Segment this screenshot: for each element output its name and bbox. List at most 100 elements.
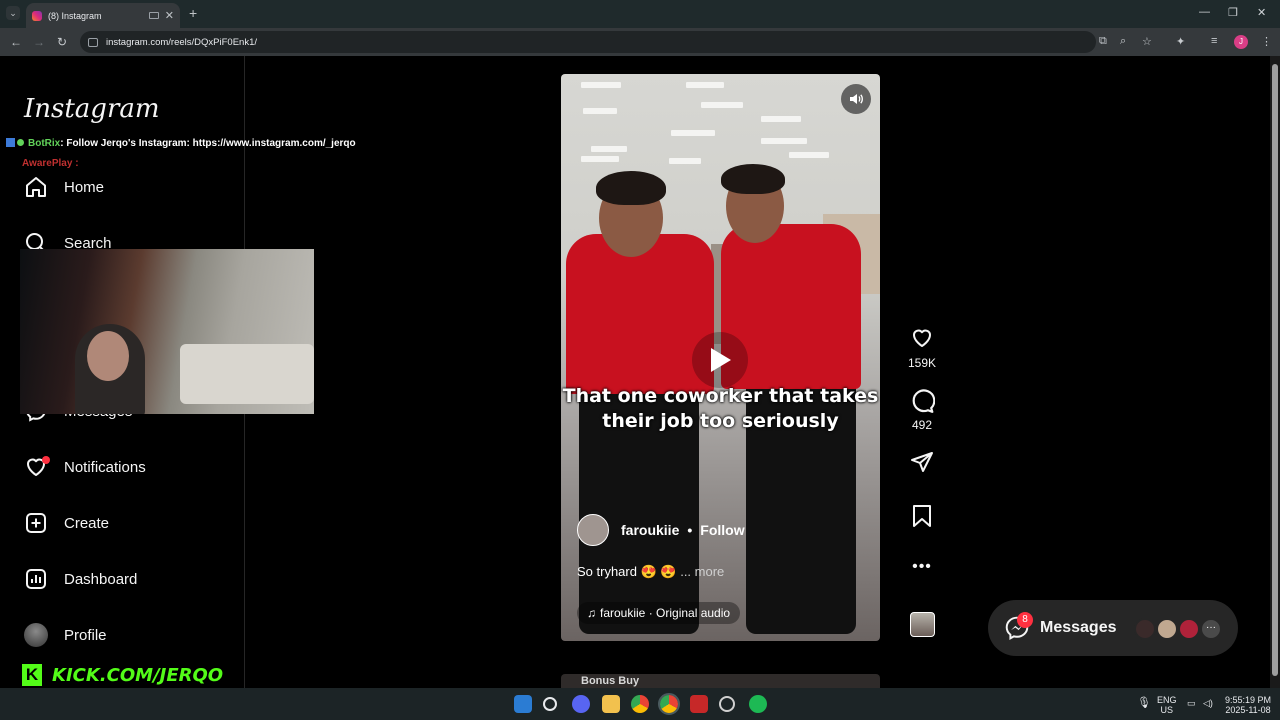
follow-button[interactable]: Follow [700,522,744,538]
file-explorer-icon[interactable] [602,695,620,713]
webcam-sofa [180,344,314,404]
streaming-app-icon[interactable] [690,695,708,713]
discord-icon[interactable] [572,695,590,713]
chat-avatar [1134,618,1156,640]
install-app-icon[interactable]: ⧉ [1099,35,1107,48]
obs-icon[interactable] [719,696,735,712]
audio-chip[interactable]: ♫ faroukiie · Original audio [577,602,741,624]
home-icon [24,175,48,199]
language-indicator[interactable]: ENG US [1157,695,1177,715]
sidebar-item-profile[interactable]: Profile [24,623,107,647]
comment-action[interactable]: 492 [902,388,942,432]
next-reel-label: Bonus Buy [581,675,640,687]
clock[interactable]: 9:55:19 PM 2025-11-08 [1222,695,1274,715]
ceiling-light [581,82,621,88]
sidebar-item-label: Create [64,514,110,532]
profile-avatar[interactable]: J [1234,35,1248,49]
ceiling-light [669,158,701,164]
owner-avatar[interactable] [577,514,609,546]
notification-dot [42,456,50,464]
more-link[interactable]: ... more [680,564,724,579]
windows-taskbar: 🎙 ENG US ▭ ◁) 9:55:19 PM 2025-11-08 [0,688,1280,720]
stream-banner-text: KICK.COM/JERQO [52,664,224,686]
music-note-icon: ♫ [587,606,596,620]
play-icon [711,348,731,372]
share-icon [911,452,933,472]
chrome-icon[interactable] [631,695,649,713]
sidebar-item-notifications[interactable]: Notifications [24,455,146,479]
instagram-logo[interactable]: Instagram [24,94,160,124]
tab-media-icon[interactable] [148,12,159,19]
url-text: instagram.com/reels/DQxPiF0Enk1/ [106,36,257,48]
verified-badge-icon [17,139,24,146]
chrome-profile-icon[interactable] [658,693,680,715]
browser-tabbar: ⌄ (8) Instagram ✕ + — ❐ ✕ [0,0,1280,28]
forward-icon[interactable]: → [33,35,45,49]
chat-username: BotRix [28,138,61,149]
speaker-icon [850,94,863,104]
sound-toggle-button[interactable] [841,84,871,114]
next-reel-preview[interactable]: Bonus Buy [561,674,880,688]
sidebar-item-label: Profile [64,626,107,644]
share-action[interactable] [902,450,942,474]
messages-badge: 8 [1017,612,1033,628]
sidebar-item-dashboard[interactable]: Dashboard [24,567,137,591]
save-action[interactable] [902,504,942,528]
language-code: ENG [1157,695,1177,705]
like-action[interactable]: 159K [902,326,942,370]
sidebar-item-label: Notifications [64,458,146,476]
ceiling-light [761,138,807,144]
clock-time: 9:55:19 PM [1224,695,1272,705]
page-scrollbar[interactable] [1270,56,1280,688]
reel-video[interactable]: That one coworker that takes their job t… [561,74,880,641]
ceiling-light [581,156,619,162]
bookmark-star-icon[interactable]: ☆ [1142,35,1152,48]
sidebar-item-label: Home [64,178,105,196]
audio-thumbnail[interactable] [910,612,935,637]
play-button[interactable] [692,332,748,388]
messages-label: Messages [1040,619,1117,636]
site-info-icon[interactable] [88,37,98,47]
reel-actions: 159K 492 ••• [902,326,942,576]
separator-dot: • [687,522,693,538]
scrollbar-thumb[interactable] [1272,64,1278,676]
search-taskbar-icon[interactable] [543,697,557,711]
tab-search-button[interactable]: ⌄ [6,6,20,20]
more-chats-icon: ··· [1200,618,1222,640]
webcam-face [87,331,129,381]
close-window-button[interactable]: ✕ [1257,6,1266,19]
ceiling-light [591,146,627,152]
chat-message: : Follow Jerqo's Instagram: https://www.… [60,138,356,149]
extensions-icon[interactable]: ✦ [1176,35,1185,48]
browser-tab-instagram[interactable]: (8) Instagram ✕ [26,3,180,28]
more-options-icon[interactable]: ••• [902,558,942,576]
new-tab-button[interactable]: + [189,5,197,21]
volume-icon[interactable]: ◁) [1203,698,1213,708]
streamer-webcam-overlay [20,249,314,414]
network-icon[interactable]: ▭ [1187,698,1196,708]
menu-icon[interactable]: ⋮ [1261,35,1272,48]
sidebar-item-create[interactable]: Create [24,511,109,535]
minimize-button[interactable]: — [1199,6,1210,18]
plus-square-icon [24,511,48,535]
windows-start-icon[interactable] [514,695,532,713]
reload-icon[interactable]: ↻ [57,35,67,49]
address-bar[interactable]: instagram.com/reels/DQxPiF0Enk1/ [80,31,1096,53]
tab-title: (8) Instagram [48,10,102,21]
media-control-icon[interactable]: ≡ [1211,35,1217,47]
tab-close-icon[interactable]: ✕ [165,9,174,22]
spotify-icon[interactable] [749,695,767,713]
heart-icon [24,455,50,479]
restore-button[interactable]: ❐ [1228,6,1238,19]
instagram-page: Instagram BotRix: Follow Jerqo's Instagr… [0,56,1280,688]
messages-widget[interactable]: 8 Messages ··· [988,600,1238,656]
owner-username[interactable]: faroukiie [621,522,679,538]
ceiling-light [686,82,724,88]
sidebar-item-home[interactable]: Home [24,175,104,199]
microphone-icon[interactable]: 🎙 [1137,698,1151,709]
back-icon[interactable]: ← [10,35,22,49]
sidebar: Instagram BotRix: Follow Jerqo's Instagr… [0,56,356,688]
bot-badge-icon [6,138,15,147]
zoom-icon[interactable]: ⌕ [1120,35,1126,48]
stream-chat-line: AwarePlay : [22,158,79,169]
